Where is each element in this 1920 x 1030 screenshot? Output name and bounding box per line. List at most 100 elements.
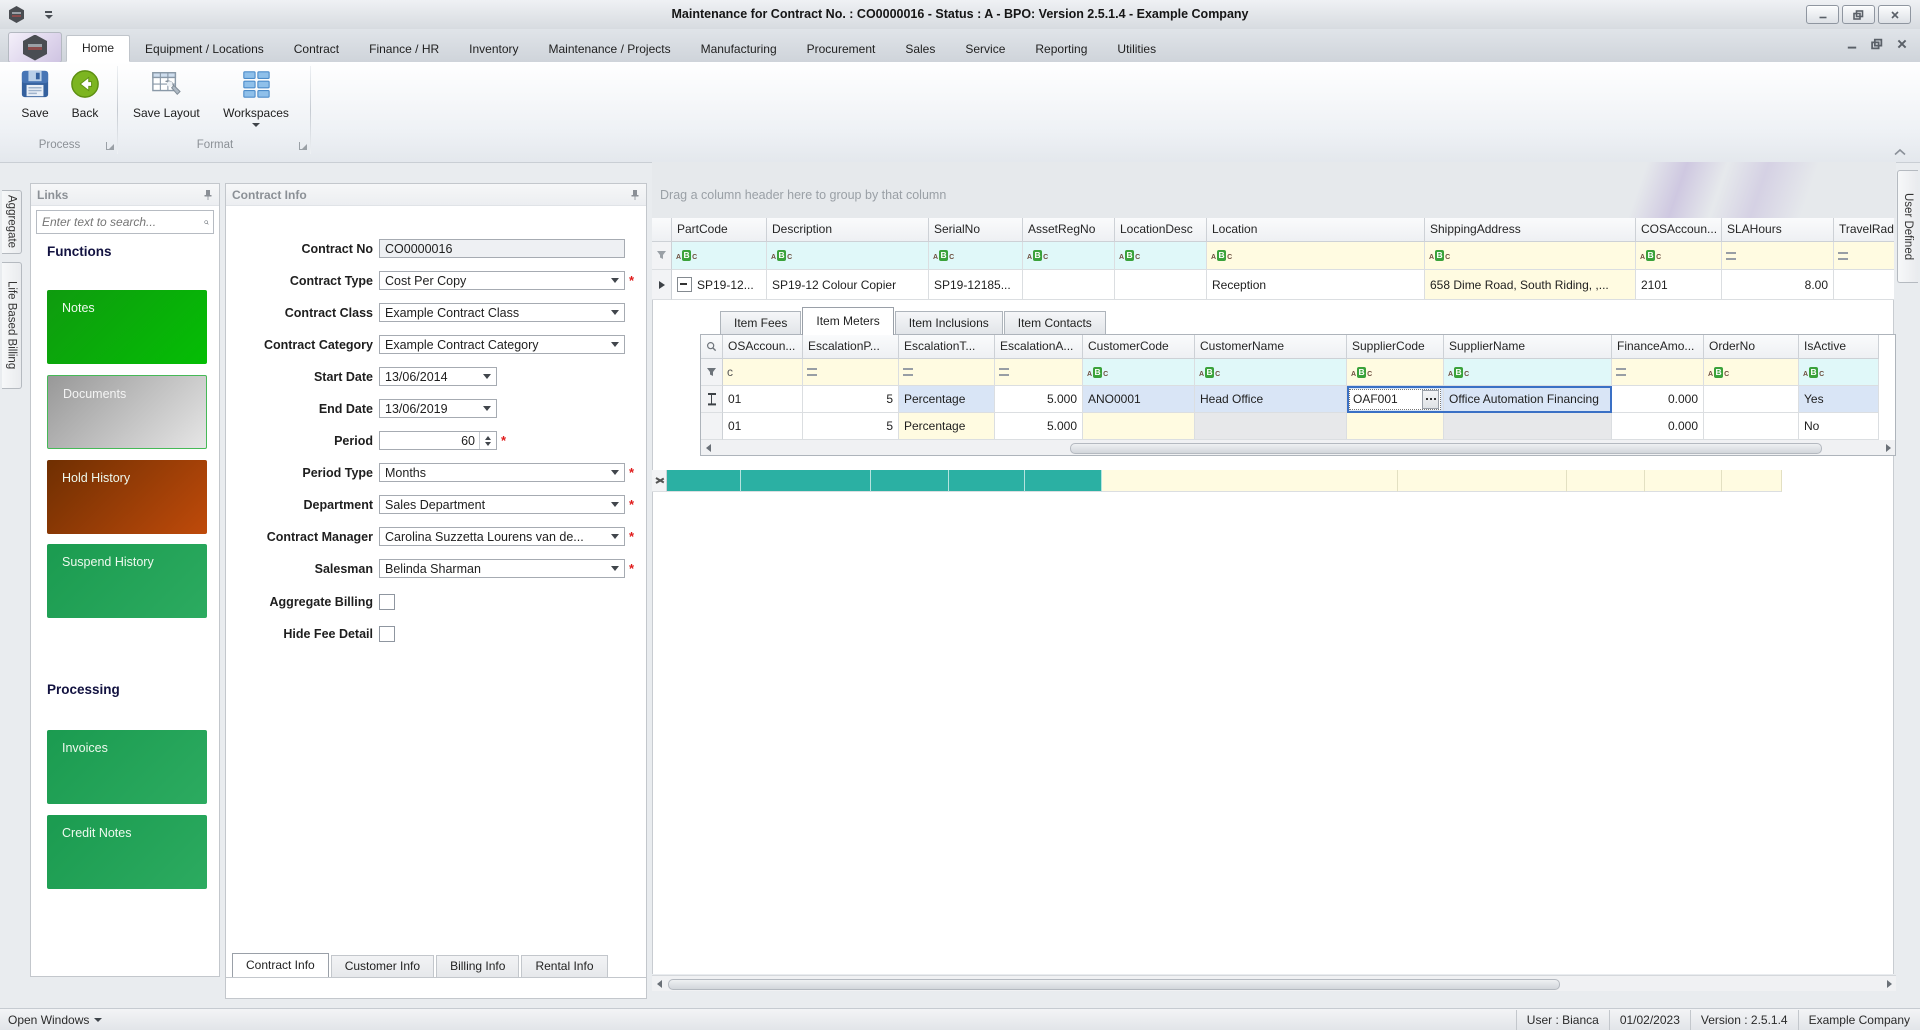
new-cell-locationdesc[interactable] [1025,470,1102,492]
department-combo[interactable]: Sales Department [379,495,625,514]
cell-cosaccount[interactable]: 01 [723,413,803,440]
filter-escalationt[interactable] [899,359,995,386]
cell-shippingaddress[interactable]: 658 Dime Road, South Riding, ,... [1425,270,1636,300]
tab-item-fees[interactable]: Item Fees [720,311,801,335]
filter-location[interactable] [1207,242,1425,270]
scrollbar-thumb[interactable] [668,979,1560,990]
invoices-button[interactable]: Invoices [47,730,207,804]
grid-new-item-row[interactable] [652,470,1782,492]
collapse-ribbon-icon[interactable] [1894,148,1906,156]
ellipsis-lookup-button[interactable] [1422,390,1439,409]
cell-assetregno[interactable] [1023,270,1115,300]
cell-suppliercode-editor[interactable]: OAF001 [1347,386,1444,413]
cell-serialno[interactable]: SP19-12185... [929,270,1023,300]
credit-notes-button[interactable]: Credit Notes [47,815,207,889]
column-header-description[interactable]: Description [767,218,929,242]
back-button[interactable]: Back [52,67,118,120]
format-dialog-launcher-icon[interactable] [299,142,307,150]
save-layout-button[interactable]: Save Layout [133,67,199,120]
cell-suppliername[interactable]: Office Automation Financing [1444,386,1612,413]
cell-isactive[interactable]: Yes [1799,386,1879,413]
cell-escalationa[interactable]: 5.000 [995,386,1083,413]
quick-access-dropdown-icon[interactable] [44,10,53,20]
scroll-right-icon[interactable] [1882,977,1896,991]
scroll-left-icon[interactable] [701,441,715,455]
scroll-left-icon[interactable] [652,977,666,991]
column-header-shippingaddress[interactable]: ShippingAddress [1425,218,1636,242]
tab-inventory[interactable]: Inventory [454,37,533,62]
tab-finance-hr[interactable]: Finance / HR [354,37,454,62]
filter-cosaccount[interactable] [1636,242,1722,270]
minimize-button[interactable] [1806,5,1839,24]
tab-utilities[interactable]: Utilities [1102,37,1171,62]
column-header-locationdesc[interactable]: LocationDesc [1115,218,1207,242]
cell-suppliercode[interactable] [1347,413,1444,440]
tab-equipment-locations[interactable]: Equipment / Locations [130,37,279,62]
cell-orderno[interactable] [1704,386,1799,413]
documents-button[interactable]: Documents [47,375,207,449]
new-cell-travelradius[interactable] [1722,470,1782,492]
filter-partcode[interactable] [672,242,767,270]
cell-escalationt[interactable]: Percentage [899,413,995,440]
filter-shippingaddress[interactable] [1425,242,1636,270]
tab-contract[interactable]: Contract [279,37,354,62]
tab-rental-info[interactable]: Rental Info [521,955,607,977]
pin-icon[interactable] [203,189,213,201]
tab-item-meters[interactable]: Item Meters [802,307,893,335]
cell-customercode[interactable] [1083,413,1195,440]
grid-horizontal-scrollbar[interactable] [652,975,1896,991]
dock-tab-aggregate[interactable]: Aggregate [2,190,22,254]
mdi-close-icon[interactable] [1896,38,1908,50]
column-header-suppliercode[interactable]: SupplierCode [1347,335,1444,359]
end-date-picker[interactable]: 13/06/2019 [379,399,497,418]
filter-assetregno[interactable] [1023,242,1115,270]
contract-no-input[interactable]: CO0000016 [379,239,625,258]
new-cell-location[interactable] [1102,470,1398,492]
group-by-panel[interactable]: Drag a column header here to group by th… [652,162,1896,218]
cell-isactive[interactable]: No [1799,413,1879,440]
cell-escalationt[interactable]: Percentage [899,386,995,413]
mdi-minimize-icon[interactable] [1846,38,1858,50]
detail-horizontal-scrollbar[interactable] [701,440,1895,455]
aggregate-billing-checkbox[interactable] [379,594,395,610]
contract-manager-combo[interactable]: Carolina Suzzetta Lourens van de... [379,527,625,546]
filter-serialno[interactable] [929,242,1023,270]
cell-customername[interactable]: Head Office [1195,386,1347,413]
period-type-combo[interactable]: Months [379,463,625,482]
column-header-customername[interactable]: CustomerName [1195,335,1347,359]
collapse-detail-icon[interactable] [677,277,692,292]
filter-description[interactable] [767,242,929,270]
scrollbar-thumb[interactable] [1070,443,1822,454]
tab-reporting[interactable]: Reporting [1020,37,1102,62]
new-cell-description[interactable] [741,470,871,492]
start-date-picker[interactable]: 13/06/2014 [379,367,497,386]
column-header-slahours[interactable]: SLAHours [1722,218,1834,242]
filter-slahours[interactable] [1722,242,1834,270]
filter-escalationp[interactable] [803,359,899,386]
notes-button[interactable]: Notes [47,290,207,364]
column-header-customercode[interactable]: CustomerCode [1083,335,1195,359]
cell-escalationa[interactable]: 5.000 [995,413,1083,440]
filter-customername[interactable] [1195,359,1347,386]
cell-cosaccount[interactable]: 2101 [1636,270,1722,300]
cell-orderno[interactable] [1704,413,1799,440]
column-header-location[interactable]: Location [1207,218,1425,242]
tab-contract-info[interactable]: Contract Info [232,953,329,977]
dock-tab-user-defined[interactable]: User Defined [1897,170,1918,283]
filter-locationdesc[interactable] [1115,242,1207,270]
filter-suppliercode[interactable] [1347,359,1444,386]
new-cell-partcode[interactable] [667,470,741,492]
cell-location[interactable]: Reception [1207,270,1425,300]
new-cell-cosaccount[interactable] [1567,470,1645,492]
tab-procurement[interactable]: Procurement [792,37,891,62]
column-header-assetregno[interactable]: AssetRegNo [1023,218,1115,242]
cell-escalationp[interactable]: 5 [803,413,899,440]
filter-suppliername[interactable] [1444,359,1612,386]
cell-partcode[interactable]: SP19-12... [672,270,767,300]
scroll-right-icon[interactable] [1881,441,1895,455]
tab-customer-info[interactable]: Customer Info [331,955,434,977]
hide-fee-detail-checkbox[interactable] [379,626,395,642]
salesman-combo[interactable]: Belinda Sharman [379,559,625,578]
column-header-orderno[interactable]: OrderNo [1704,335,1799,359]
tab-manufacturing[interactable]: Manufacturing [686,37,792,62]
